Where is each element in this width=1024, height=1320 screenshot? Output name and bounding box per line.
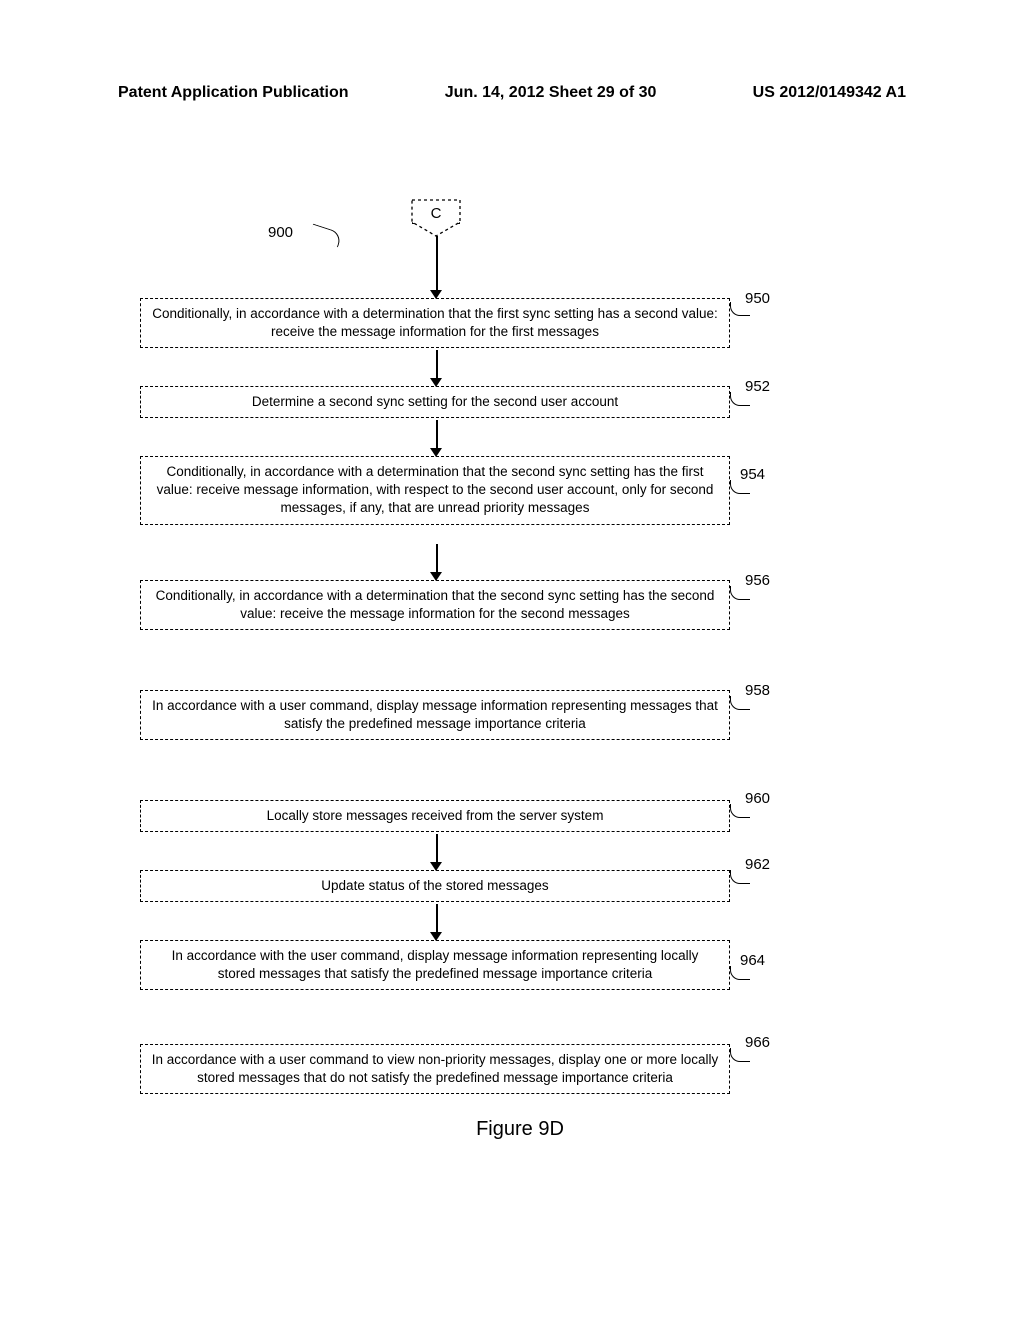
- step-950: Conditionally, in accordance with a dete…: [140, 298, 730, 348]
- header-right: US 2012/0149342 A1: [753, 84, 906, 102]
- ref-curve-icon: [730, 392, 750, 406]
- step-962-text: Update status of the stored messages: [321, 878, 548, 893]
- figure-title: Figure 9D: [140, 1118, 900, 1141]
- ref-curve-icon: [730, 302, 750, 316]
- ref-curve-icon: [730, 1048, 750, 1062]
- step-954: Conditionally, in accordance with a dete…: [140, 456, 730, 525]
- step-960-text: Locally store messages received from the…: [267, 808, 604, 823]
- step-966-text: In accordance with a user command to vie…: [152, 1052, 719, 1085]
- step-956: Conditionally, in accordance with a dete…: [140, 580, 730, 630]
- step-952-text: Determine a second sync setting for the …: [252, 394, 618, 409]
- step-960: Locally store messages received from the…: [140, 800, 730, 832]
- step-958: In accordance with a user command, displ…: [140, 690, 730, 740]
- step-966: In accordance with a user command to vie…: [140, 1044, 730, 1094]
- offpage-connector-c: C C: [412, 200, 462, 232]
- step-954-text: Conditionally, in accordance with a dete…: [157, 464, 714, 515]
- step-956-text: Conditionally, in accordance with a dete…: [156, 588, 715, 621]
- step-958-text: In accordance with a user command, displ…: [152, 698, 718, 731]
- step-952: Determine a second sync setting for the …: [140, 386, 730, 418]
- reference-900: 900: [268, 224, 293, 241]
- header-center: Jun. 14, 2012 Sheet 29 of 30: [445, 84, 657, 102]
- ref-curve-icon: [730, 696, 750, 710]
- step-962: Update status of the stored messages: [140, 870, 730, 902]
- flow-line: [436, 236, 438, 296]
- connector-c-outline: C: [412, 200, 460, 238]
- ref-curve-icon: [730, 804, 750, 818]
- ref-curve-icon: [730, 586, 750, 600]
- svg-text:C: C: [431, 205, 442, 222]
- step-950-text: Conditionally, in accordance with a dete…: [152, 306, 718, 339]
- reference-900-label: 900: [268, 224, 293, 241]
- step-964: In accordance with the user command, dis…: [140, 940, 730, 990]
- ref-curve-icon: [730, 966, 750, 980]
- header-left: Patent Application Publication: [118, 84, 349, 102]
- ref-curve-icon: [730, 480, 750, 494]
- step-964-text: In accordance with the user command, dis…: [172, 948, 699, 981]
- page-header: Patent Application Publication Jun. 14, …: [0, 0, 1024, 102]
- ref-curve-icon: [730, 870, 750, 884]
